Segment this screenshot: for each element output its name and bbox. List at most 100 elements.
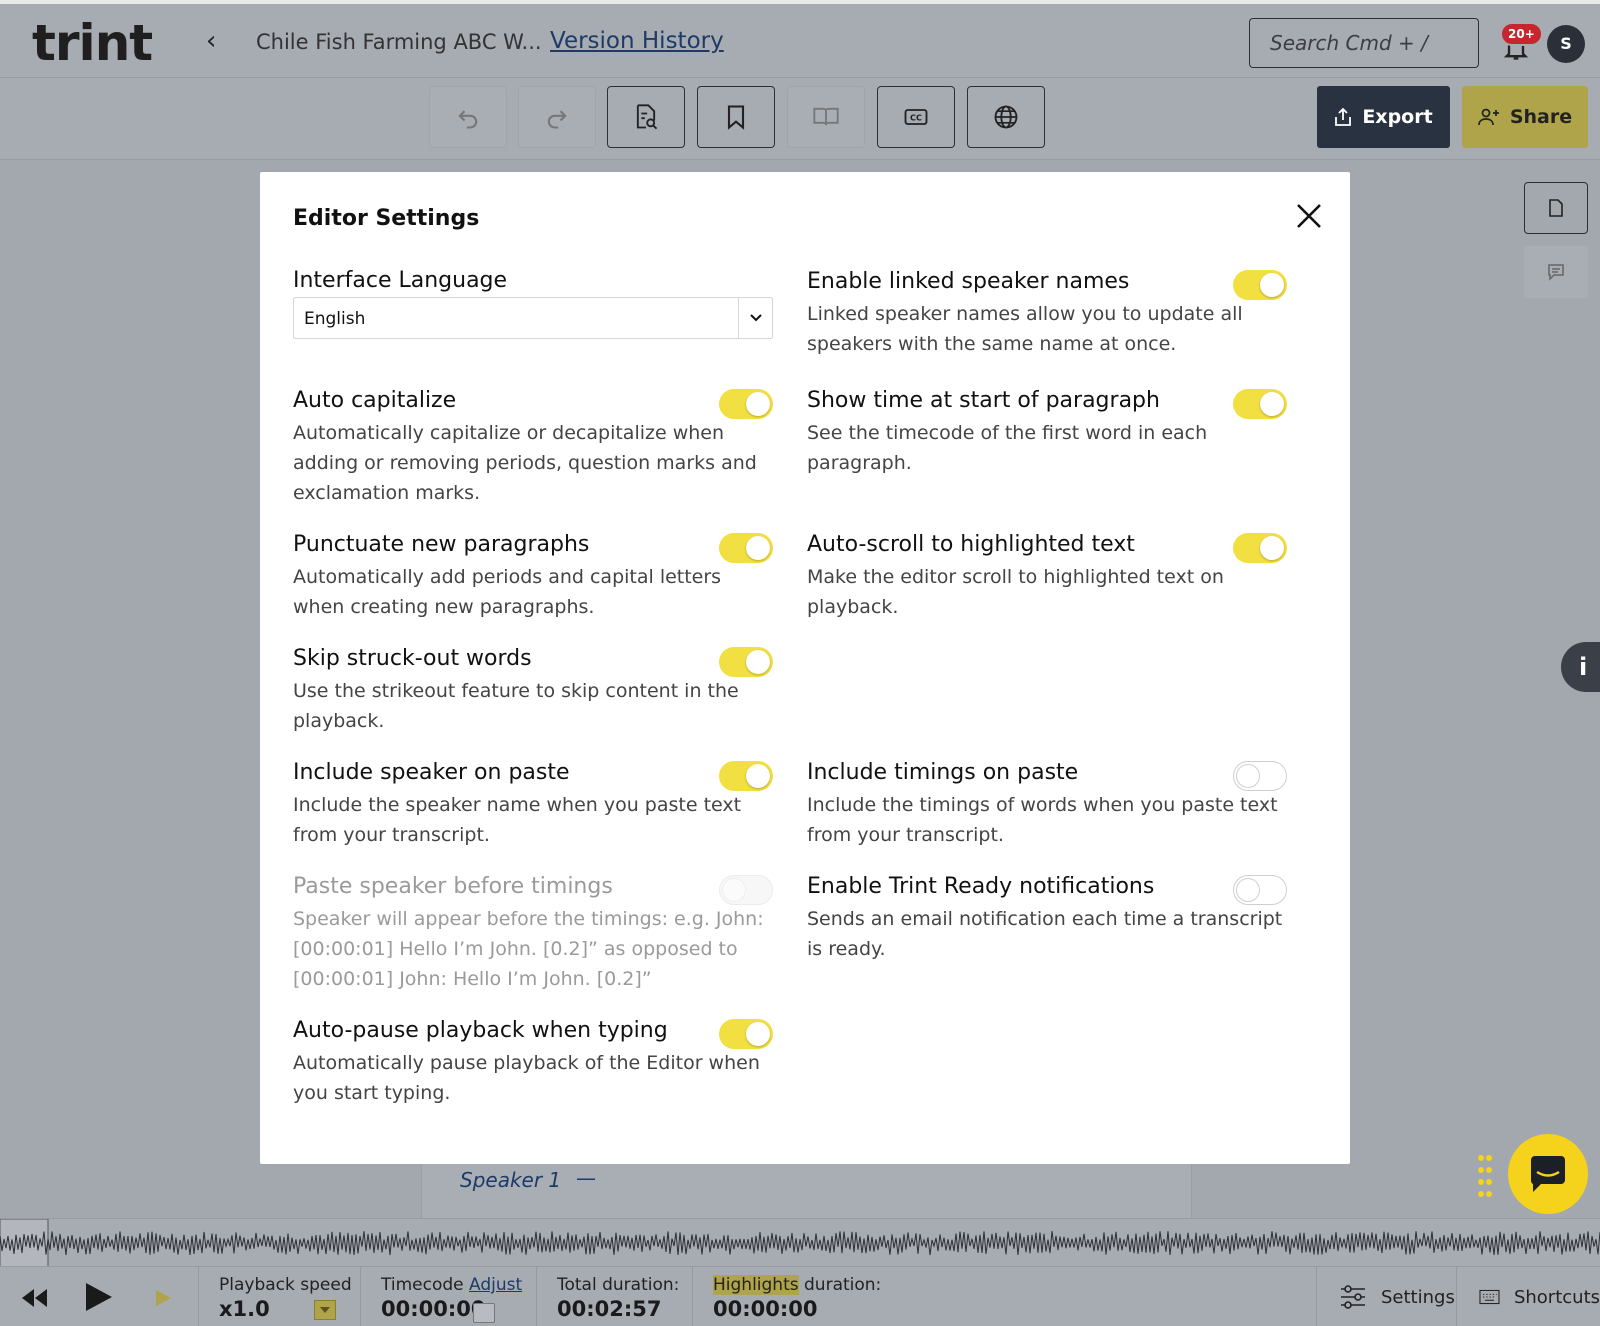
setting-description: Include the timings of words when you pa… bbox=[807, 794, 1278, 846]
highlights-duration-section: Highlights duration: 00:00:00 bbox=[692, 1267, 886, 1326]
play-highlights-icon[interactable] bbox=[154, 1289, 172, 1307]
info-icon[interactable]: i bbox=[1561, 642, 1600, 692]
setting-description: Speaker will appear before the timings: … bbox=[293, 908, 764, 990]
shortcuts-button[interactable]: Shortcuts bbox=[1456, 1267, 1600, 1326]
comments-panel-button[interactable] bbox=[1524, 246, 1588, 298]
setting-toggle[interactable] bbox=[719, 647, 773, 677]
toggle-knob bbox=[722, 878, 746, 902]
speaker-label[interactable]: Speaker 1 bbox=[460, 1168, 561, 1192]
playback-speed-section[interactable]: Playback speed x1.0 bbox=[198, 1267, 360, 1326]
setting-toggle[interactable] bbox=[1233, 270, 1287, 300]
right-setting-2: Auto-scroll to highlighted text Make the … bbox=[807, 531, 1287, 622]
trint-logo[interactable]: trint bbox=[32, 14, 153, 72]
add-user-icon bbox=[1477, 108, 1499, 126]
setting-title: Include speaker on paste bbox=[293, 760, 570, 785]
setting-toggle[interactable] bbox=[719, 761, 773, 791]
interface-language-label: Interface Language bbox=[293, 268, 508, 293]
setting-description: Include the speaker name when you paste … bbox=[293, 794, 742, 846]
timecode-value: 00:00:00 bbox=[381, 1297, 486, 1321]
setting-description: Linked speaker names allow you to update… bbox=[807, 303, 1243, 355]
timecode-checkbox[interactable] bbox=[473, 1303, 495, 1323]
close-icon[interactable] bbox=[1293, 200, 1325, 232]
setting-toggle[interactable] bbox=[1233, 389, 1287, 419]
total-duration-label: Total duration: bbox=[557, 1275, 680, 1295]
settings-button[interactable]: Settings bbox=[1316, 1267, 1456, 1326]
toggle-knob bbox=[746, 392, 770, 416]
toggle-knob bbox=[1260, 392, 1284, 416]
toggle-knob bbox=[1260, 536, 1284, 560]
total-duration-value: 00:02:57 bbox=[557, 1297, 662, 1321]
setting-toggle[interactable] bbox=[1233, 533, 1287, 563]
setting-toggle[interactable] bbox=[719, 1019, 773, 1049]
back-chevron-icon[interactable]: ‹ bbox=[206, 26, 216, 56]
drag-handle-icon[interactable] bbox=[1476, 1152, 1494, 1200]
find-in-document-button[interactable] bbox=[607, 86, 685, 148]
setting-description: Sends an email notification each time a … bbox=[807, 908, 1283, 960]
chevron-down-icon bbox=[738, 298, 772, 338]
setting-title: Punctuate new paragraphs bbox=[293, 532, 590, 557]
highlights-duration-value: 00:00:00 bbox=[713, 1297, 818, 1321]
comment-icon bbox=[1548, 264, 1564, 281]
play-icon[interactable] bbox=[82, 1281, 114, 1313]
timecode-adjust-link[interactable]: Adjust bbox=[469, 1275, 522, 1295]
audio-waveform[interactable] bbox=[0, 1218, 1600, 1268]
interface-language-select[interactable]: English bbox=[293, 297, 773, 339]
chat-support-button[interactable] bbox=[1508, 1134, 1588, 1214]
editor-settings-modal: Editor Settings Interface Language Engli… bbox=[260, 172, 1350, 1164]
shortcuts-label: Shortcuts bbox=[1513, 1286, 1600, 1308]
setting-toggle[interactable] bbox=[1233, 761, 1287, 791]
setting-description: Make the editor scroll to highlighted te… bbox=[807, 566, 1224, 618]
left-setting-1: Punctuate new paragraphs Automatically ad… bbox=[293, 531, 773, 622]
left-setting-2: Skip struck-out words Use the strikeout f… bbox=[293, 645, 773, 736]
undo-icon bbox=[458, 110, 478, 129]
bookmark-button[interactable] bbox=[697, 86, 775, 148]
setting-title: Include timings on paste bbox=[807, 760, 1079, 785]
notes-panel-button[interactable] bbox=[1524, 182, 1588, 234]
left-setting-4: Paste speaker before timings Speaker will… bbox=[293, 873, 773, 994]
speed-dropdown-icon[interactable] bbox=[314, 1300, 336, 1320]
setting-toggle[interactable] bbox=[719, 389, 773, 419]
setting-title: Enable linked speaker names bbox=[807, 269, 1130, 294]
left-setting-0: Auto capitalize Automatically capitalize … bbox=[293, 387, 773, 508]
version-history-link[interactable]: Version History bbox=[550, 28, 724, 54]
notification-badge: 20+ bbox=[1500, 22, 1543, 46]
setting-title: Auto-pause playback when typing bbox=[293, 1018, 668, 1043]
interface-language-value: English bbox=[304, 309, 366, 329]
right-setting-0: Enable linked speaker names Linked speake… bbox=[807, 268, 1287, 359]
modal-title: Editor Settings bbox=[293, 206, 480, 231]
setting-description: Automatically capitalize or decapitalize… bbox=[293, 422, 757, 504]
setting-toggle[interactable] bbox=[719, 533, 773, 563]
setting-description: Automatically add periods and capital le… bbox=[293, 566, 722, 618]
export-button[interactable]: Export bbox=[1317, 86, 1450, 148]
closed-captions-button[interactable]: CC bbox=[877, 86, 955, 148]
setting-toggle bbox=[719, 875, 773, 905]
right-setting-1: Show time at start of paragraph See the t… bbox=[807, 387, 1287, 478]
rewind-icon[interactable] bbox=[20, 1287, 48, 1309]
document-title[interactable]: Chile Fish Farming ABC W... bbox=[256, 30, 542, 54]
settings-sliders-icon bbox=[1341, 1285, 1365, 1309]
undo-button[interactable] bbox=[429, 86, 507, 148]
redo-button[interactable] bbox=[518, 86, 596, 148]
setting-title: Skip struck-out words bbox=[293, 646, 532, 671]
search-input[interactable]: Search Cmd + / bbox=[1249, 18, 1479, 68]
transcript-area: Speaker 1 — bbox=[421, 1160, 1192, 1218]
share-button[interactable]: Share bbox=[1462, 86, 1588, 148]
book-button[interactable] bbox=[787, 86, 865, 148]
translate-globe-button[interactable] bbox=[967, 86, 1045, 148]
highlights-label: Highlights bbox=[713, 1275, 799, 1295]
left-setting-5: Auto-pause playback when typing Automatic… bbox=[293, 1017, 773, 1108]
timecode-label: Timecode bbox=[381, 1275, 464, 1295]
left-setting-3: Include speaker on paste Include the spea… bbox=[293, 759, 773, 850]
setting-title: Auto-scroll to highlighted text bbox=[807, 532, 1135, 557]
avatar[interactable]: S bbox=[1547, 25, 1585, 63]
waveform-graphic[interactable] bbox=[0, 1218, 1600, 1268]
playback-speed-value: x1.0 bbox=[219, 1297, 270, 1321]
toggle-knob bbox=[746, 1022, 770, 1046]
player-bar: Playback speed x1.0 Timecode Adjust 00:0… bbox=[0, 1266, 1600, 1326]
toggle-knob bbox=[746, 536, 770, 560]
setting-toggle[interactable] bbox=[1233, 875, 1287, 905]
svg-text:CC: CC bbox=[910, 113, 922, 123]
share-label: Share bbox=[1509, 106, 1573, 128]
speaker-dash: — bbox=[576, 1166, 596, 1190]
chat-bubble-icon bbox=[1531, 1156, 1565, 1192]
